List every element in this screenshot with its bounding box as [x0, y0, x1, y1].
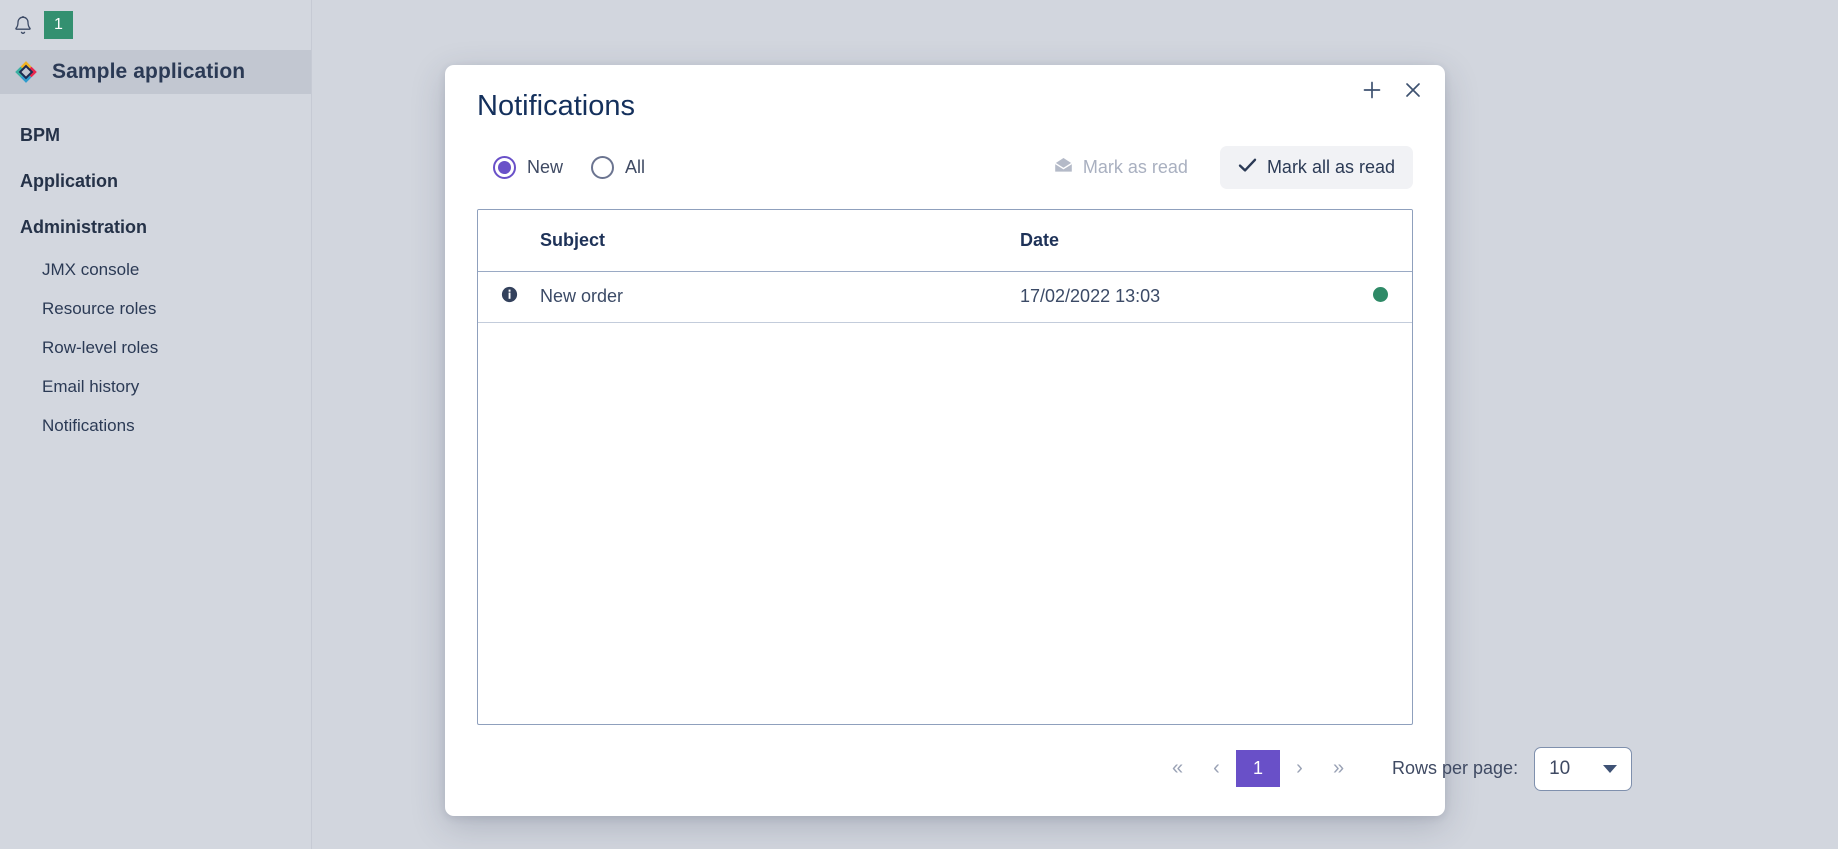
rows-per-page-value: 10 [1549, 757, 1571, 779]
pagination-last-button[interactable]: » [1319, 749, 1358, 788]
pagination-next-button[interactable]: › [1280, 749, 1319, 788]
sidebar-item-notifications[interactable]: Notifications [0, 406, 311, 445]
radio-circle-new-icon [493, 156, 516, 180]
sidebar-section-administration[interactable]: Administration [0, 204, 311, 250]
rows-per-page-select[interactable]: 10 [1534, 746, 1633, 791]
sidebar-section-application[interactable]: Application [0, 158, 311, 204]
sidebar-section-bpm[interactable]: BPM [0, 112, 311, 158]
app-logo-diamond-icon [15, 61, 37, 83]
sidebar-item-row-level-roles[interactable]: Row-level roles [0, 328, 311, 367]
table-row[interactable]: New order 17/02/2022 13:03 [478, 271, 1412, 323]
pagination-controls: « ‹ 1 › » Rows per page: 10 [1158, 746, 1633, 791]
pagination-prev-button[interactable]: ‹ [1197, 749, 1236, 788]
sidebar-item-email-history[interactable]: Email history [0, 367, 311, 406]
table-header-icon [478, 209, 540, 272]
table-header-status [1320, 209, 1412, 272]
sidebar: 1 Sample application BPM Application Adm… [0, 0, 312, 849]
mark-as-read-label: Mark as read [1082, 157, 1188, 178]
notification-count-badge[interactable]: 1 [44, 11, 73, 39]
radio-circle-all-icon [591, 156, 615, 180]
plus-icon[interactable] [1360, 78, 1384, 102]
pagination: « ‹ 1 › » Rows per page: 10 [445, 746, 1633, 791]
chevron-down-icon [1603, 764, 1618, 773]
radio-label-new: New [527, 157, 564, 178]
row-date-cell: 17/02/2022 13:03 [1020, 271, 1320, 323]
sidebar-notification-bar: 1 [0, 0, 311, 50]
rows-per-page-label: Rows per page: [1392, 758, 1519, 779]
radio-dot-icon [498, 161, 511, 175]
mark-as-read-button[interactable]: Mark as read [1036, 146, 1206, 189]
row-subject-cell: New order [540, 271, 1020, 323]
app-title: Sample application [52, 60, 246, 83]
sidebar-app-header[interactable]: Sample application [0, 50, 311, 94]
application-root: 1 Sample application BPM Application Adm… [0, 0, 1838, 849]
sidebar-menu: BPM Application Administration JMX conso… [0, 94, 311, 445]
sidebar-item-resource-roles[interactable]: Resource roles [0, 289, 311, 328]
radio-option-all[interactable]: All [591, 156, 646, 180]
notification-filter-radio-group: New All [493, 156, 646, 180]
table-header-date[interactable]: Date [1020, 209, 1320, 272]
dialog-window-controls [1360, 78, 1425, 102]
radio-option-new[interactable]: New [493, 156, 564, 180]
dialog-title: Notifications [477, 90, 635, 122]
mark-all-as-read-button[interactable]: Mark all as read [1219, 146, 1413, 190]
row-status-cell [1320, 271, 1412, 323]
notifications-table: Subject Date New order 17/02/2022 13:03 [477, 208, 1413, 725]
sidebar-item-jmx-console[interactable]: JMX console [0, 250, 311, 289]
table-header-subject[interactable]: Subject [540, 209, 1020, 272]
mark-all-as-read-label: Mark all as read [1266, 157, 1395, 178]
info-icon [501, 286, 518, 303]
radio-label-all: All [625, 157, 646, 178]
dialog-toolbar: New All Mark as read Mark all as read [477, 145, 1413, 191]
close-icon[interactable] [1401, 78, 1425, 102]
bell-icon[interactable] [12, 14, 34, 36]
envelope-open-icon [1054, 157, 1073, 178]
table-header-row: Subject Date [478, 209, 1412, 272]
notifications-dialog: Notifications New All Mark as read Mark … [445, 65, 1633, 816]
row-type-cell [478, 271, 540, 323]
pagination-page-1-button[interactable]: 1 [1236, 750, 1280, 788]
check-icon [1238, 157, 1257, 178]
pagination-first-button[interactable]: « [1158, 749, 1197, 788]
unread-dot-icon [1372, 287, 1388, 303]
